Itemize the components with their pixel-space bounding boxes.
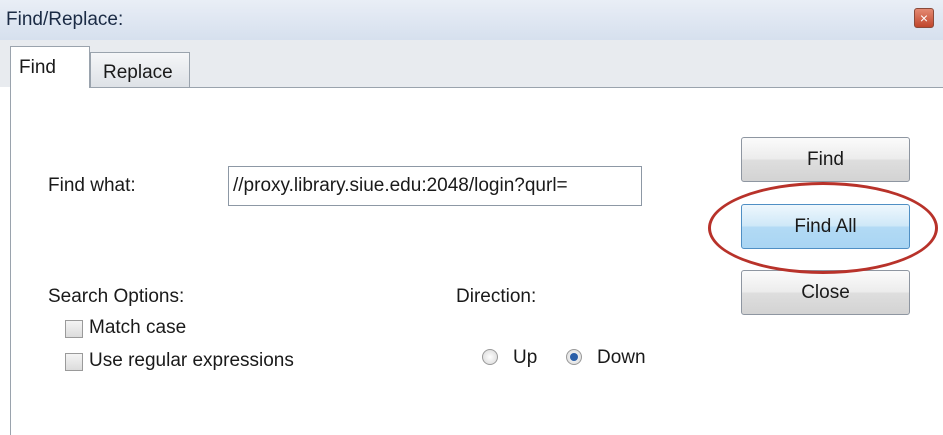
tab-find[interactable]: Find <box>10 46 90 88</box>
title-bar: Find/Replace: × <box>0 0 943 41</box>
direction-heading: Direction: <box>456 286 537 307</box>
direction-down-label: Down <box>597 347 646 368</box>
find-all-button[interactable]: Find All <box>741 204 910 249</box>
direction-up-radio[interactable] <box>482 349 498 365</box>
regex-checkbox[interactable] <box>65 353 83 371</box>
dialog-title: Find/Replace: <box>6 9 124 30</box>
match-case-checkbox[interactable] <box>65 320 83 338</box>
match-case-label: Match case <box>89 317 187 338</box>
direction-up-label: Up <box>513 347 538 368</box>
search-options-heading: Search Options: <box>48 286 185 307</box>
close-button[interactable]: Close <box>741 270 910 315</box>
find-what-input[interactable] <box>228 166 642 206</box>
tab-replace[interactable]: Replace <box>90 52 190 88</box>
find-what-label: Find what: <box>48 175 136 196</box>
tab-strip: Find Replace <box>0 40 943 88</box>
regex-label: Use regular expressions <box>89 350 294 371</box>
find-button[interactable]: Find <box>741 137 910 182</box>
direction-down-radio[interactable] <box>566 349 582 365</box>
close-icon[interactable]: × <box>914 8 934 28</box>
